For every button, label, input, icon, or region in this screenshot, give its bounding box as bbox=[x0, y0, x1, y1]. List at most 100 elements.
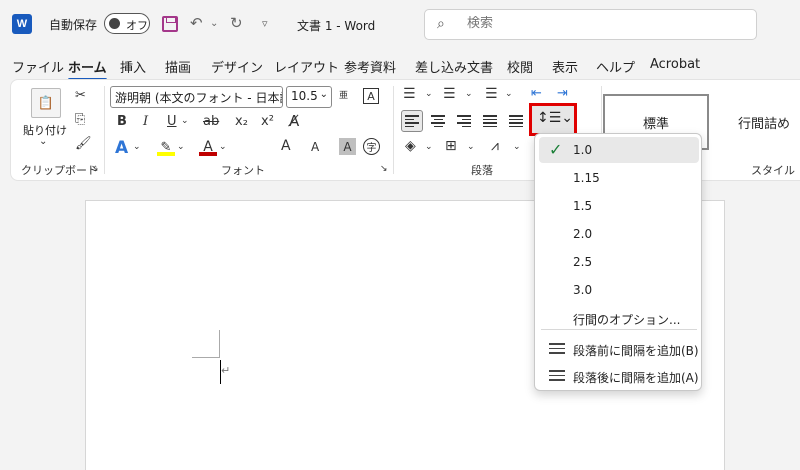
space-after-icon bbox=[549, 367, 565, 383]
autosave-label: 自動保存 bbox=[49, 18, 98, 32]
chevron-down-icon: ⌄ bbox=[319, 89, 328, 100]
spacing-option-1-15[interactable]: 1.15 bbox=[539, 165, 699, 191]
save-icon[interactable] bbox=[162, 16, 178, 32]
add-space-after-paragraph[interactable]: 段落後に間隔を追加(A) bbox=[539, 363, 699, 389]
bold-button[interactable]: B bbox=[117, 114, 127, 129]
tab-insert[interactable]: 挿入 bbox=[120, 57, 146, 76]
justify-button[interactable] bbox=[479, 110, 501, 132]
search-input[interactable] bbox=[467, 16, 717, 31]
clear-formatting-icon[interactable]: A̸ bbox=[289, 112, 299, 130]
ribbon-tabs: ファイル ホーム 挿入 描画 デザイン レイアウト 参考資料 差し込み文書 校閲… bbox=[0, 54, 800, 81]
font-size-value: 10.5 bbox=[291, 89, 318, 103]
highlight-color-icon[interactable]: ✎ bbox=[157, 138, 175, 156]
redo-icon[interactable]: ↻ bbox=[230, 14, 243, 32]
italic-button[interactable]: I bbox=[143, 114, 148, 129]
text-effects-icon[interactable]: A bbox=[115, 138, 128, 158]
undo-icon[interactable]: ↶ bbox=[190, 14, 203, 32]
spacing-option-3-0[interactable]: 3.0 bbox=[539, 277, 699, 303]
align-center-icon bbox=[431, 113, 445, 129]
paragraph-group-label: 段落 bbox=[471, 164, 493, 177]
word-logo-icon: W bbox=[12, 14, 32, 34]
asian-layout-icon[interactable]: ⩘ bbox=[491, 138, 499, 154]
add-space-before-paragraph[interactable]: 段落前に間隔を追加(B) bbox=[539, 336, 699, 362]
shading-dropdown-icon[interactable]: ⌄ bbox=[425, 142, 433, 152]
line-spacing-options[interactable]: 行間のオプション... bbox=[539, 305, 699, 331]
numbering-dropdown-icon[interactable]: ⌄ bbox=[465, 89, 473, 99]
cut-icon[interactable]: ✂ bbox=[75, 88, 86, 103]
superscript-button[interactable]: x² bbox=[261, 114, 274, 129]
decrease-indent-icon[interactable]: ⇤ bbox=[531, 86, 542, 101]
bullets-dropdown-icon[interactable]: ⌄ bbox=[425, 89, 433, 99]
distributed-button[interactable] bbox=[505, 110, 527, 132]
undo-dropdown-icon[interactable]: ⌄ bbox=[210, 18, 218, 29]
tab-layout[interactable]: レイアウト bbox=[274, 57, 339, 76]
highlight-dropdown-icon[interactable]: ⌄ bbox=[177, 142, 185, 152]
subscript-button[interactable]: x₂ bbox=[235, 114, 248, 129]
align-right-button[interactable] bbox=[453, 110, 475, 132]
bullets-icon[interactable]: ☰ bbox=[403, 86, 416, 102]
font-launcher-icon[interactable]: ↘ bbox=[380, 164, 388, 174]
underline-button[interactable]: U bbox=[167, 114, 177, 129]
phonetic-guide-icon[interactable]: 亜 bbox=[339, 88, 348, 101]
paste-icon[interactable]: 📋 bbox=[31, 88, 61, 118]
align-right-icon bbox=[457, 113, 471, 129]
autosave-toggle[interactable]: オフ bbox=[104, 13, 150, 34]
tab-references[interactable]: 参考資料 bbox=[344, 57, 396, 76]
margin-corner-mark bbox=[192, 357, 220, 358]
align-center-button[interactable] bbox=[427, 110, 449, 132]
text-effects-dropdown-icon[interactable]: ⌄ bbox=[133, 142, 141, 152]
autosave-state: オフ bbox=[126, 19, 148, 32]
paste-dropdown-icon[interactable]: ⌄ bbox=[39, 136, 47, 147]
search-box[interactable]: ⌕ bbox=[424, 9, 757, 40]
enclose-characters-icon[interactable]: 字 bbox=[363, 138, 380, 155]
title-bar: W 自動保存 オフ ↶ ⌄ ↻ ▿ 文書 1 - Word ⌕ bbox=[0, 0, 800, 50]
underline-dropdown-icon[interactable]: ⌄ bbox=[181, 116, 189, 126]
tab-mailings[interactable]: 差し込み文書 bbox=[415, 57, 493, 76]
font-color-dropdown-icon[interactable]: ⌄ bbox=[219, 142, 227, 152]
menu-separator bbox=[541, 329, 697, 330]
tab-view[interactable]: 表示 bbox=[552, 57, 578, 76]
multilevel-list-icon[interactable]: ☰ bbox=[485, 86, 498, 102]
style-no-spacing[interactable]: 行間詰め bbox=[711, 94, 800, 150]
shading-icon[interactable]: ◈ bbox=[405, 138, 416, 154]
spacing-option-1-5[interactable]: 1.5 bbox=[539, 193, 699, 219]
tab-help[interactable]: ヘルプ bbox=[596, 57, 635, 76]
tab-file[interactable]: ファイル bbox=[12, 57, 64, 76]
separator bbox=[393, 86, 394, 174]
numbering-icon[interactable]: ☰ bbox=[443, 86, 456, 102]
line-spacing-icon: ↕☰⌄ bbox=[537, 110, 574, 126]
asian-layout-dropdown-icon[interactable]: ⌄ bbox=[513, 142, 521, 152]
borders-dropdown-icon[interactable]: ⌄ bbox=[467, 142, 475, 152]
tab-home[interactable]: ホーム bbox=[68, 57, 107, 81]
tab-review[interactable]: 校閲 bbox=[507, 57, 533, 76]
spacing-option-2-5[interactable]: 2.5 bbox=[539, 249, 699, 275]
align-left-button[interactable] bbox=[401, 110, 423, 132]
grow-font-button[interactable]: A bbox=[281, 138, 291, 154]
font-color-icon[interactable]: A bbox=[199, 138, 217, 156]
copy-icon[interactable]: ⎘ bbox=[75, 112, 85, 127]
strikethrough-button[interactable]: ab bbox=[203, 114, 219, 129]
clipboard-group-label: クリップボード bbox=[21, 164, 98, 177]
font-group-label: フォント bbox=[221, 164, 265, 177]
format-painter-icon[interactable]: 🖌 bbox=[75, 136, 92, 151]
font-name-combo[interactable]: 游明朝 (本文のフォント - 日本語) bbox=[110, 86, 283, 108]
character-shading-icon[interactable]: A bbox=[339, 138, 356, 155]
tab-acrobat[interactable]: Acrobat bbox=[650, 57, 700, 72]
font-size-combo[interactable]: 10.5 ⌄ bbox=[286, 86, 332, 108]
increase-indent-icon[interactable]: ⇥ bbox=[557, 86, 568, 101]
tab-design[interactable]: デザイン bbox=[211, 57, 263, 76]
spacing-option-2-0[interactable]: 2.0 bbox=[539, 221, 699, 247]
spacing-option-1-0[interactable]: ✓ 1.0 bbox=[539, 137, 699, 163]
space-before-icon bbox=[549, 340, 565, 356]
clipboard-launcher-icon[interactable]: ↘ bbox=[91, 164, 99, 174]
toggle-knob bbox=[109, 18, 120, 29]
tab-draw[interactable]: 描画 bbox=[165, 57, 191, 76]
borders-icon[interactable]: ⊞ bbox=[445, 138, 457, 154]
multilevel-dropdown-icon[interactable]: ⌄ bbox=[505, 89, 513, 99]
line-spacing-menu: ✓ 1.0 1.15 1.5 2.0 2.5 3.0 行間のオプション... 段… bbox=[534, 133, 702, 391]
customize-qat-icon[interactable]: ▿ bbox=[262, 17, 268, 30]
character-border-icon[interactable]: A bbox=[363, 88, 379, 104]
shrink-font-button[interactable]: A bbox=[311, 140, 319, 154]
line-spacing-button[interactable]: ↕☰⌄ bbox=[529, 103, 577, 136]
justify-icon bbox=[483, 113, 497, 129]
